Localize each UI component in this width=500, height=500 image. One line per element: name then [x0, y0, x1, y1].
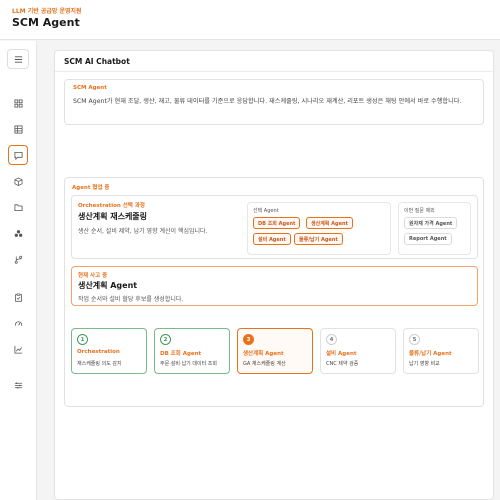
branch-icon [14, 255, 22, 264]
selected-agents-label: 선택 Agent [253, 208, 279, 214]
current-thinking-label: 현재 사고 중 [78, 273, 108, 279]
step-number: 4 [326, 334, 337, 345]
selected-agent-pill[interactable]: 생산계획 Agent [306, 217, 353, 229]
menu-toggle-button[interactable] [7, 49, 29, 69]
gauge-icon [14, 320, 22, 326]
cluster-icon [14, 229, 22, 237]
sidebar-item-table[interactable] [9, 120, 27, 138]
orchestration-box: Orchestration 선택 과정 생산계획 재스케줄링 생산 순서, 설비… [71, 195, 478, 259]
clipboard-icon [14, 293, 22, 302]
line-chart-icon [13, 345, 22, 354]
app-header: LLM 기반 공급망 운영지원 SCM Agent [0, 0, 500, 40]
message-text: SCM Agent가 현재 조달, 생산, 재고, 물류 데이터를 기준으로 응… [73, 98, 462, 105]
message-label: SCM Agent [73, 85, 107, 91]
chat-icon [13, 151, 23, 160]
pipeline-step[interactable]: 1 Orchestration 재스케줄링 의도 감지 [71, 328, 147, 374]
step-desc: 주문·설비·납기 데이터 조회 [160, 361, 217, 367]
selected-agents-box: 선택 Agent DB 조회 Agent 생산계획 Agent 설비 Agent… [247, 202, 391, 255]
sidebar-item-gauge[interactable] [9, 314, 27, 332]
pipeline-step[interactable]: 2 DB 조회 Agent 주문·설비·납기 데이터 조회 [154, 328, 230, 374]
excluded-agents-box: 이번 질문 제외 원자재 가격 Agent Report Agent [398, 202, 471, 255]
excluded-agent-pill[interactable]: Report Agent [404, 233, 452, 245]
sidebar-item-dashboard[interactable] [9, 94, 27, 112]
step-name: DB 조회 Agent [160, 351, 202, 357]
current-agent-desc: 작업 순서와 설비 할당 후보를 생성합니다. [78, 296, 184, 303]
pipeline-step[interactable]: 5 물류/납기 Agent 납기 영향 비교 [403, 328, 479, 374]
sidebar-item-folder[interactable] [9, 198, 27, 216]
box-icon [14, 176, 22, 186]
step-name: Orchestration [77, 349, 120, 355]
step-desc: 재스케줄링 의도 감지 [77, 361, 122, 367]
orchestration-label: Orchestration 선택 과정 [78, 203, 145, 209]
excluded-agents-label: 이번 질문 제외 [404, 208, 435, 214]
sidebar-item-analytics[interactable] [9, 340, 27, 358]
step-name: 생산계획 Agent [243, 351, 284, 357]
current-thinking-box: 현재 사고 중 생산계획 Agent 작업 순서와 설비 할당 후보를 생성합니… [71, 266, 478, 306]
orchestration-title: 생산계획 재스케줄링 [78, 212, 148, 221]
sidebar-item-branch[interactable] [9, 250, 27, 268]
sidebar-item-settings[interactable] [9, 376, 27, 394]
agent-collaboration-card: Agent 협업 중 Orchestration 선택 과정 생산계획 재스케줄… [64, 177, 484, 407]
table-icon [13, 124, 23, 134]
step-name: 설비 Agent [326, 351, 357, 357]
step-desc: 납기 영향 비교 [409, 361, 440, 367]
current-agent-title: 생산계획 Agent [78, 281, 138, 290]
chatbot-panel: SCM AI Chatbot SCM Agent SCM Agent가 현재 조… [54, 50, 495, 500]
selected-agent-pill[interactable]: 물류/납기 Agent [294, 233, 343, 245]
sliders-icon [14, 381, 22, 389]
excluded-agent-pill[interactable]: 원자재 가격 Agent [404, 217, 458, 229]
step-desc: CNC 제약 검증 [326, 361, 359, 367]
sidebar-item-cluster[interactable] [9, 224, 27, 242]
page-title: SCM AI Chatbot [64, 57, 130, 66]
collaboration-label: Agent 협업 중 [72, 185, 110, 191]
sidebar-item-inventory[interactable] [9, 172, 27, 190]
folder-icon [13, 203, 23, 211]
step-number: 1 [77, 334, 88, 345]
dashboard-icon [13, 98, 23, 108]
step-name: 물류/납기 Agent [409, 351, 452, 357]
menu-icon [14, 55, 22, 63]
pipeline-step[interactable]: 3 생산계획 Agent GA 재스케줄링 계산 [237, 328, 313, 374]
orchestration-desc: 생산 순서, 설비 제약, 납기 영향 계산이 핵심입니다. [78, 228, 208, 235]
agent-message: SCM Agent SCM Agent가 현재 조달, 생산, 재고, 물류 데… [64, 79, 484, 125]
pipeline-step[interactable]: 4 설비 Agent CNC 제약 검증 [320, 328, 396, 374]
step-desc: GA 재스케줄링 계산 [243, 361, 286, 367]
sidebar-item-clipboard[interactable] [9, 288, 27, 306]
sidebar-item-chat[interactable] [8, 145, 28, 165]
step-number: 3 [243, 334, 254, 345]
step-number: 5 [409, 334, 420, 345]
sidebar [0, 41, 37, 500]
app-subtitle: LLM 기반 공급망 운영지원 [12, 8, 82, 15]
step-number: 2 [160, 334, 171, 345]
app-title: SCM Agent [12, 16, 80, 29]
selected-agent-pill[interactable]: 설비 Agent [253, 233, 291, 245]
title-divider [55, 71, 495, 72]
selected-agent-pill[interactable]: DB 조회 Agent [253, 217, 301, 229]
